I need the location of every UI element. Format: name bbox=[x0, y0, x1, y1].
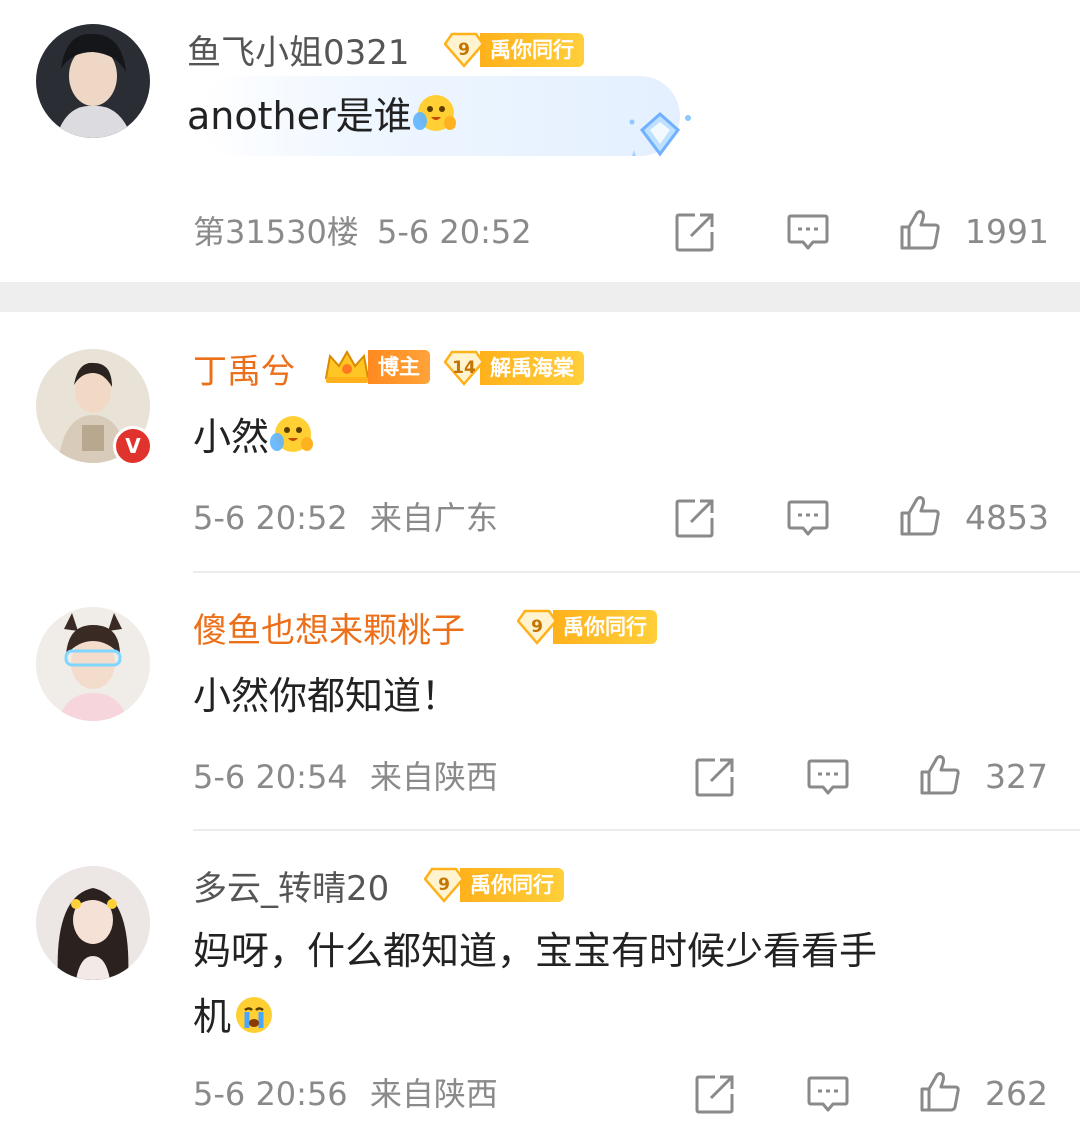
badge-label: 禹你同行 bbox=[460, 868, 564, 902]
location: 来自陕西 bbox=[369, 1075, 498, 1113]
thumbs-up-icon[interactable] bbox=[918, 753, 962, 797]
like-count: 4853 bbox=[965, 498, 1049, 537]
like-count: 262 bbox=[985, 1074, 1048, 1113]
verified-badge: V bbox=[113, 426, 153, 466]
badge-level-icon: 9 bbox=[424, 867, 464, 903]
badge-level-icon: 14 bbox=[444, 350, 484, 386]
share-icon[interactable] bbox=[693, 755, 737, 799]
avatar[interactable] bbox=[36, 24, 150, 138]
comment-icon[interactable] bbox=[806, 755, 850, 799]
thumbs-up-icon[interactable] bbox=[898, 494, 942, 538]
fan-badge[interactable]: 9 禹你同行 bbox=[444, 32, 584, 68]
like-count: 327 bbox=[985, 757, 1048, 796]
hug-emoji-icon bbox=[412, 93, 458, 135]
crown-icon bbox=[322, 348, 372, 386]
crying-emoji-icon bbox=[231, 994, 277, 1036]
avatar[interactable] bbox=[36, 866, 150, 980]
username[interactable]: 多云_转晴20 bbox=[193, 869, 389, 909]
badge-level-icon: 9 bbox=[444, 32, 484, 68]
diamond-decoration-icon bbox=[629, 111, 691, 157]
avatar[interactable] bbox=[36, 607, 150, 721]
blogger-badge-label: 博主 bbox=[368, 350, 430, 384]
share-icon[interactable] bbox=[693, 1072, 737, 1116]
badge-level-icon: 9 bbox=[517, 609, 557, 645]
like-count: 1991 bbox=[965, 212, 1049, 251]
comment-text-line: 机 bbox=[193, 994, 277, 1040]
comment-meta: 5-6 20:56 来自陕西 bbox=[193, 1074, 498, 1114]
comment-text: another是谁 bbox=[187, 93, 458, 139]
divider bbox=[193, 829, 1080, 831]
share-icon[interactable] bbox=[673, 210, 717, 254]
timestamp: 5-6 20:56 bbox=[193, 1075, 348, 1113]
divider bbox=[193, 571, 1080, 573]
username[interactable]: 鱼飞小姐0321 bbox=[187, 33, 410, 73]
comment-text-line: 妈呀，什么都知道，宝宝有时候少看看手 bbox=[193, 929, 878, 973]
hug-emoji-icon bbox=[269, 414, 315, 456]
comment-text: 小然 bbox=[193, 414, 315, 460]
comment-icon[interactable] bbox=[806, 1072, 850, 1116]
share-icon[interactable] bbox=[673, 496, 717, 540]
floor-number: 第31530楼 bbox=[193, 213, 359, 251]
thumbs-up-icon[interactable] bbox=[918, 1070, 962, 1114]
location: 来自广东 bbox=[369, 499, 498, 537]
comment-meta: 5-6 20:54 来自陕西 bbox=[193, 757, 498, 797]
comment-text: 小然你都知道！ bbox=[193, 674, 460, 718]
fan-badge[interactable]: 14 解禹海棠 bbox=[444, 350, 584, 386]
comment-icon[interactable] bbox=[786, 496, 830, 540]
comment-icon[interactable] bbox=[786, 210, 830, 254]
comment-meta: 第31530楼 5-6 20:52 bbox=[193, 212, 532, 252]
thumbs-up-icon[interactable] bbox=[898, 208, 942, 252]
badge-label: 禹你同行 bbox=[480, 33, 584, 67]
timestamp: 5-6 20:52 bbox=[376, 213, 532, 251]
timestamp: 5-6 20:52 bbox=[193, 499, 348, 537]
fan-badge[interactable]: 9 禹你同行 bbox=[517, 609, 657, 645]
timestamp: 5-6 20:54 bbox=[193, 758, 348, 796]
comment-meta: 5-6 20:52 来自广东 bbox=[193, 498, 498, 538]
fan-badge[interactable]: 9 禹你同行 bbox=[424, 867, 564, 903]
location: 来自陕西 bbox=[369, 758, 498, 796]
badge-label: 解禹海棠 bbox=[480, 351, 584, 385]
username[interactable]: 傻鱼也想来颗桃子 bbox=[193, 611, 465, 651]
blogger-badge[interactable]: 博主 bbox=[322, 349, 430, 385]
username[interactable]: 丁禹兮 bbox=[193, 352, 295, 392]
section-divider bbox=[0, 282, 1080, 312]
badge-label: 禹你同行 bbox=[553, 610, 657, 644]
